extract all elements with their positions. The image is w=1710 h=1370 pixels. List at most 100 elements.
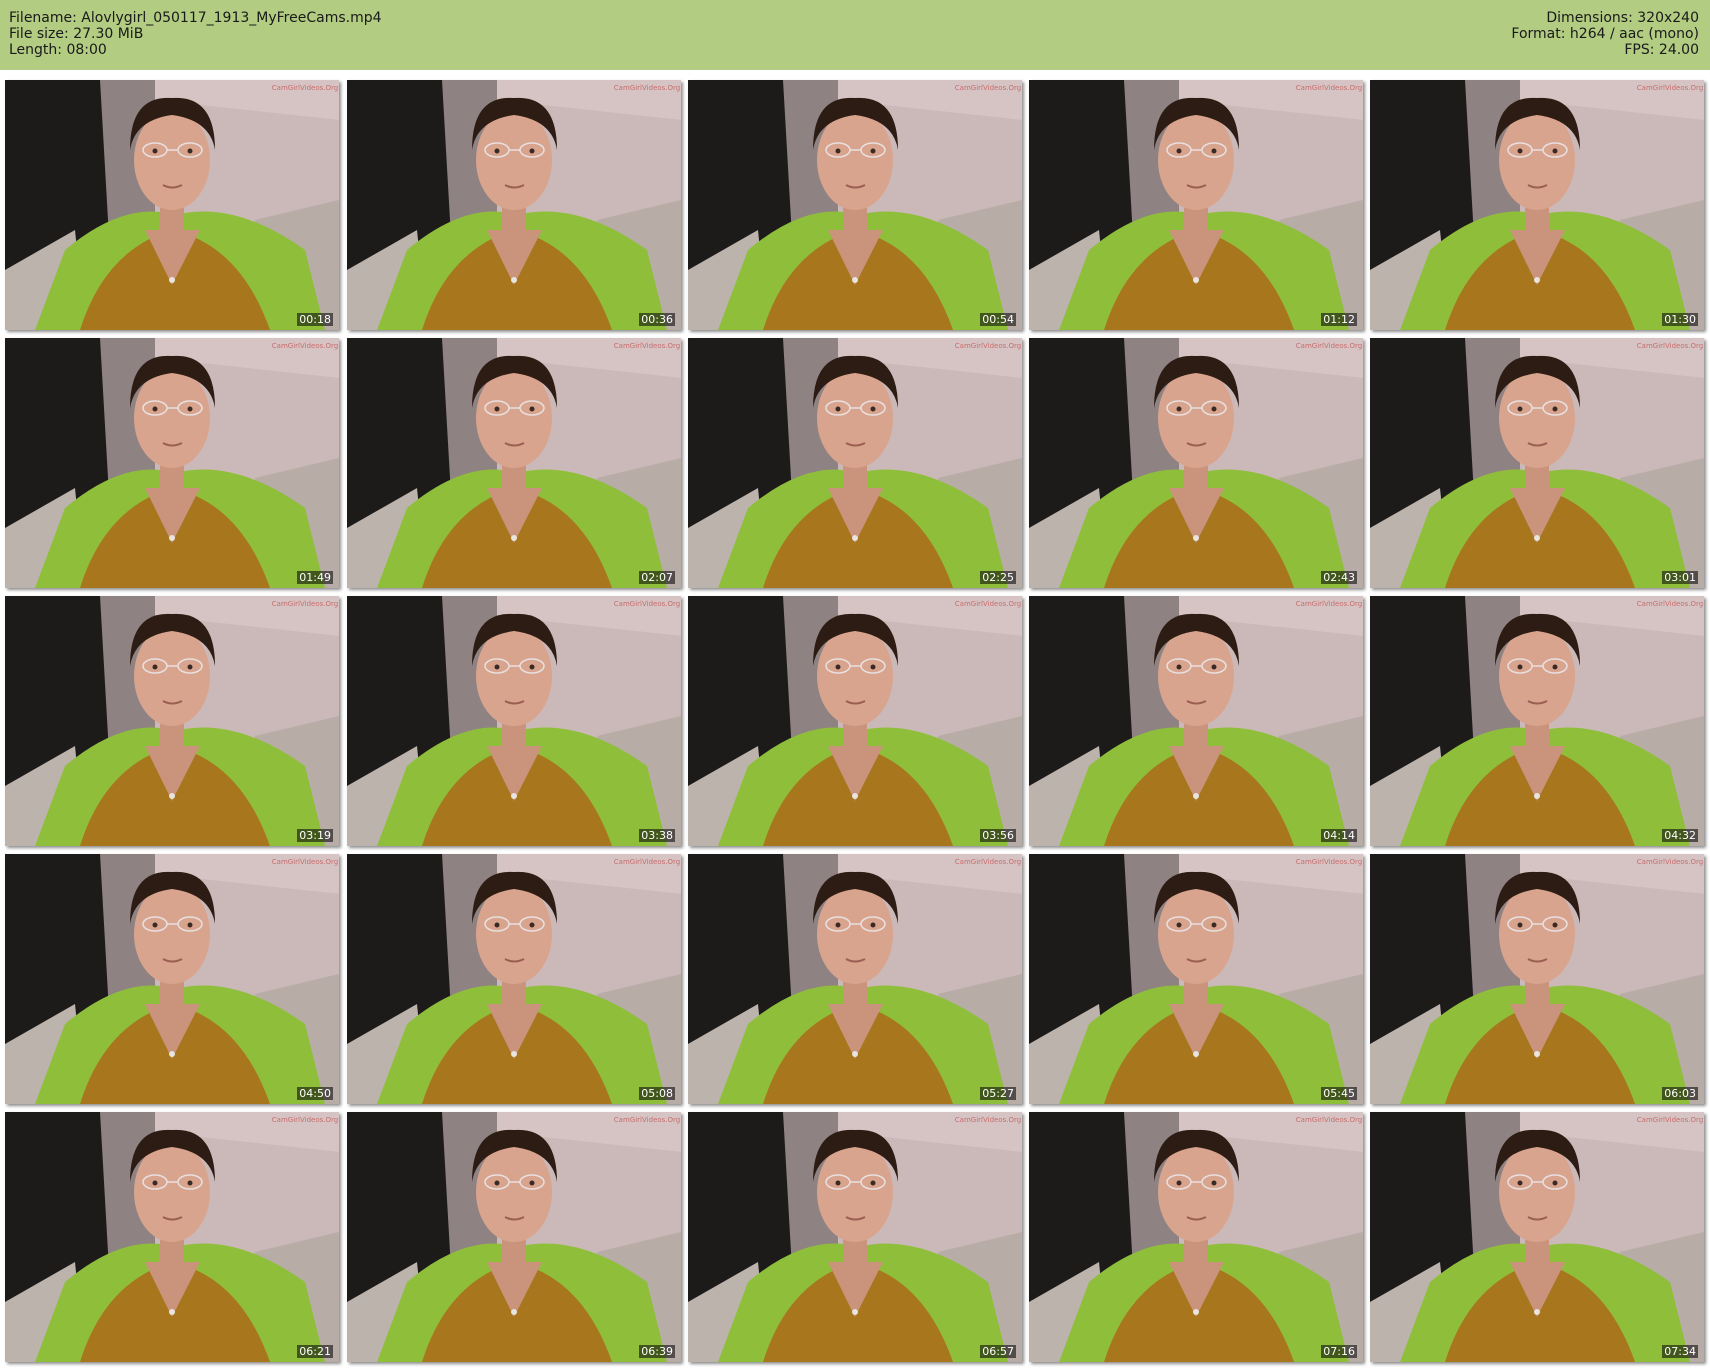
svg-text:CamGirlVideos.Org: CamGirlVideos.Org: [272, 858, 338, 866]
timestamp-label: 07:34: [1662, 1345, 1698, 1358]
timestamp-label: 05:27: [980, 1087, 1016, 1100]
timestamp-label: 00:36: [639, 313, 675, 326]
svg-text:CamGirlVideos.Org: CamGirlVideos.Org: [272, 84, 338, 92]
video-thumbnail: CamGirlVideos.Org 04:50: [5, 854, 339, 1104]
thumbnail-frame-image: CamGirlVideos.Org: [1029, 80, 1363, 330]
thumbnail-frame-image: CamGirlVideos.Org: [5, 80, 339, 330]
timestamp-label: 04:50: [297, 1087, 333, 1100]
thumbnail-frame-image: CamGirlVideos.Org: [1370, 596, 1704, 846]
thumbnail-frame-image: CamGirlVideos.Org: [1029, 338, 1363, 588]
video-thumbnail: CamGirlVideos.Org 07:16: [1029, 1112, 1363, 1362]
svg-text:CamGirlVideos.Org: CamGirlVideos.Org: [272, 600, 338, 608]
video-thumbnail: CamGirlVideos.Org 02:25: [688, 338, 1022, 588]
timestamp-label: 03:01: [1662, 571, 1698, 584]
timestamp-label: 03:56: [980, 829, 1016, 842]
timestamp-label: 01:12: [1321, 313, 1357, 326]
video-thumbnail: CamGirlVideos.Org 06:57: [688, 1112, 1022, 1362]
video-thumbnail: CamGirlVideos.Org 04:14: [1029, 596, 1363, 846]
svg-text:CamGirlVideos.Org: CamGirlVideos.Org: [1637, 84, 1703, 92]
svg-text:CamGirlVideos.Org: CamGirlVideos.Org: [1637, 342, 1703, 350]
video-thumbnail: CamGirlVideos.Org 07:34: [1370, 1112, 1704, 1362]
thumbnail-frame-image: CamGirlVideos.Org: [1370, 338, 1704, 588]
video-thumbnail: CamGirlVideos.Org 00:36: [347, 80, 681, 330]
timestamp-label: 03:19: [297, 829, 333, 842]
timestamp-label: 04:14: [1321, 829, 1357, 842]
thumbnail-frame-image: CamGirlVideos.Org: [688, 596, 1022, 846]
timestamp-label: 07:16: [1321, 1345, 1357, 1358]
timestamp-label: 04:32: [1662, 829, 1698, 842]
video-thumbnail: CamGirlVideos.Org 01:49: [5, 338, 339, 588]
video-thumbnail: CamGirlVideos.Org 01:12: [1029, 80, 1363, 330]
svg-text:CamGirlVideos.Org: CamGirlVideos.Org: [272, 1116, 338, 1124]
video-thumbnail: CamGirlVideos.Org 05:45: [1029, 854, 1363, 1104]
thumbnail-frame-image: CamGirlVideos.Org: [688, 1112, 1022, 1362]
svg-text:CamGirlVideos.Org: CamGirlVideos.Org: [955, 84, 1021, 92]
svg-text:CamGirlVideos.Org: CamGirlVideos.Org: [1637, 1116, 1703, 1124]
video-thumbnail: CamGirlVideos.Org 03:38: [347, 596, 681, 846]
svg-text:CamGirlVideos.Org: CamGirlVideos.Org: [955, 342, 1021, 350]
video-thumbnail: CamGirlVideos.Org 02:07: [347, 338, 681, 588]
svg-text:CamGirlVideos.Org: CamGirlVideos.Org: [614, 1116, 680, 1124]
thumbnail-frame-image: CamGirlVideos.Org: [1029, 1112, 1363, 1362]
video-thumbnail: CamGirlVideos.Org 02:43: [1029, 338, 1363, 588]
svg-text:CamGirlVideos.Org: CamGirlVideos.Org: [1296, 1116, 1362, 1124]
timestamp-label: 06:57: [980, 1345, 1016, 1358]
thumbnail-frame-image: CamGirlVideos.Org: [5, 338, 339, 588]
timestamp-label: 06:21: [297, 1345, 333, 1358]
timestamp-label: 06:03: [1662, 1087, 1698, 1100]
svg-text:CamGirlVideos.Org: CamGirlVideos.Org: [1296, 84, 1362, 92]
video-thumbnail: CamGirlVideos.Org 05:08: [347, 854, 681, 1104]
timestamp-label: 05:08: [639, 1087, 675, 1100]
video-thumbnail: CamGirlVideos.Org 00:18: [5, 80, 339, 330]
thumbnail-frame-image: CamGirlVideos.Org: [688, 80, 1022, 330]
svg-text:CamGirlVideos.Org: CamGirlVideos.Org: [614, 600, 680, 608]
video-thumbnail: CamGirlVideos.Org 03:56: [688, 596, 1022, 846]
timestamp-label: 06:39: [639, 1345, 675, 1358]
timestamp-label: 00:54: [980, 313, 1016, 326]
video-thumbnail: CamGirlVideos.Org 04:32: [1370, 596, 1704, 846]
thumbnail-frame-image: CamGirlVideos.Org: [688, 854, 1022, 1104]
thumbnail-grid: CamGirlVideos.Org 00:18 CamGirlVideos.Or…: [0, 0, 1710, 1370]
thumbnail-frame-image: CamGirlVideos.Org: [347, 854, 681, 1104]
video-thumbnail: CamGirlVideos.Org 01:30: [1370, 80, 1704, 330]
timestamp-label: 01:49: [297, 571, 333, 584]
svg-text:CamGirlVideos.Org: CamGirlVideos.Org: [1296, 342, 1362, 350]
svg-text:CamGirlVideos.Org: CamGirlVideos.Org: [1637, 600, 1703, 608]
svg-text:CamGirlVideos.Org: CamGirlVideos.Org: [955, 600, 1021, 608]
video-thumbnail: CamGirlVideos.Org 05:27: [688, 854, 1022, 1104]
video-thumbnail: CamGirlVideos.Org 06:03: [1370, 854, 1704, 1104]
thumbnail-frame-image: CamGirlVideos.Org: [347, 1112, 681, 1362]
timestamp-label: 01:30: [1662, 313, 1698, 326]
thumbnail-frame-image: CamGirlVideos.Org: [347, 80, 681, 330]
timestamp-label: 03:38: [639, 829, 675, 842]
thumbnail-frame-image: CamGirlVideos.Org: [1370, 1112, 1704, 1362]
thumbnail-frame-image: CamGirlVideos.Org: [347, 338, 681, 588]
thumbnail-frame-image: CamGirlVideos.Org: [1370, 854, 1704, 1104]
video-thumbnail: CamGirlVideos.Org 06:39: [347, 1112, 681, 1362]
video-thumbnail: CamGirlVideos.Org 03:01: [1370, 338, 1704, 588]
thumbnail-frame-image: CamGirlVideos.Org: [5, 596, 339, 846]
timestamp-label: 02:43: [1321, 571, 1357, 584]
svg-text:CamGirlVideos.Org: CamGirlVideos.Org: [1296, 600, 1362, 608]
video-thumbnail: CamGirlVideos.Org 00:54: [688, 80, 1022, 330]
thumbnail-frame-image: CamGirlVideos.Org: [1370, 80, 1704, 330]
svg-text:CamGirlVideos.Org: CamGirlVideos.Org: [955, 858, 1021, 866]
video-thumbnail: CamGirlVideos.Org 06:21: [5, 1112, 339, 1362]
svg-text:CamGirlVideos.Org: CamGirlVideos.Org: [614, 858, 680, 866]
thumbnail-frame-image: CamGirlVideos.Org: [688, 338, 1022, 588]
thumbnail-frame-image: CamGirlVideos.Org: [1029, 596, 1363, 846]
video-thumbnail: CamGirlVideos.Org 03:19: [5, 596, 339, 846]
timestamp-label: 00:18: [297, 313, 333, 326]
thumbnail-frame-image: CamGirlVideos.Org: [5, 854, 339, 1104]
timestamp-label: 05:45: [1321, 1087, 1357, 1100]
thumbnail-frame-image: CamGirlVideos.Org: [347, 596, 681, 846]
svg-text:CamGirlVideos.Org: CamGirlVideos.Org: [272, 342, 338, 350]
thumbnail-frame-image: CamGirlVideos.Org: [1029, 854, 1363, 1104]
timestamp-label: 02:25: [980, 571, 1016, 584]
svg-text:CamGirlVideos.Org: CamGirlVideos.Org: [614, 342, 680, 350]
thumbnail-frame-image: CamGirlVideos.Org: [5, 1112, 339, 1362]
svg-text:CamGirlVideos.Org: CamGirlVideos.Org: [955, 1116, 1021, 1124]
svg-text:CamGirlVideos.Org: CamGirlVideos.Org: [1296, 858, 1362, 866]
svg-text:CamGirlVideos.Org: CamGirlVideos.Org: [1637, 858, 1703, 866]
timestamp-label: 02:07: [639, 571, 675, 584]
